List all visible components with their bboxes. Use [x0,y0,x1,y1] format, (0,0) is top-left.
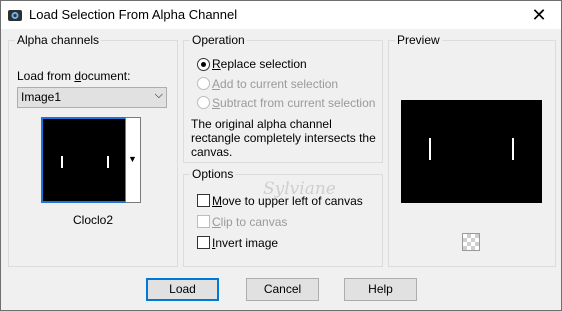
add-selection-radio[interactable] [197,77,210,90]
preview-mark-left [429,138,431,160]
replace-selection-label[interactable]: Replace selection [212,57,307,71]
channel-mark-left [61,156,63,168]
channel-thumbnail[interactable] [41,117,127,203]
preview-canvas [401,100,542,203]
document-select-value: Image1 [21,90,62,104]
channel-name: Cloclo2 [73,213,114,227]
preview-mark-right [512,138,514,160]
subtract-selection-radio[interactable] [197,96,210,109]
invert-image-checkbox[interactable] [197,236,210,249]
dialog-window: Load Selection From Alpha Channel ✕ Alph… [0,0,562,311]
channel-mark-right [107,156,109,168]
options-label: Options [190,167,236,181]
preview-label: Preview [395,33,442,47]
clip-canvas-label[interactable]: Clip to canvas [212,215,287,229]
load-button[interactable]: Load [146,278,219,301]
help-button[interactable]: Help [344,278,417,301]
subtract-selection-label[interactable]: Subtract from current selection [212,96,375,110]
document-select[interactable]: Image1 ⌵ [17,87,167,108]
watermark-signature: Sylviane [263,179,336,199]
invert-image-label[interactable]: Invert image [212,236,278,250]
replace-selection-radio[interactable] [197,58,210,71]
operation-label: Operation [190,33,247,47]
close-icon[interactable]: ✕ [517,1,561,29]
transparency-icon[interactable] [462,233,480,251]
move-upper-left-checkbox[interactable] [197,194,210,207]
title-bar: Load Selection From Alpha Channel ✕ [1,1,561,29]
clip-canvas-checkbox[interactable] [197,215,210,228]
window-title: Load Selection From Alpha Channel [29,7,238,22]
chevron-down-icon: ⌵ [154,89,163,101]
dropdown-arrow-icon: ▼ [128,154,137,164]
operation-note: The original alpha channel rectangle com… [191,117,376,159]
app-icon [7,7,23,23]
cancel-button[interactable]: Cancel [246,278,319,301]
channel-dropdown-button[interactable]: ▼ [125,117,141,203]
load-from-document-label: Load from document: [17,69,131,83]
add-selection-label[interactable]: Add to current selection [212,77,338,91]
alpha-channels-label: Alpha channels [15,33,102,47]
